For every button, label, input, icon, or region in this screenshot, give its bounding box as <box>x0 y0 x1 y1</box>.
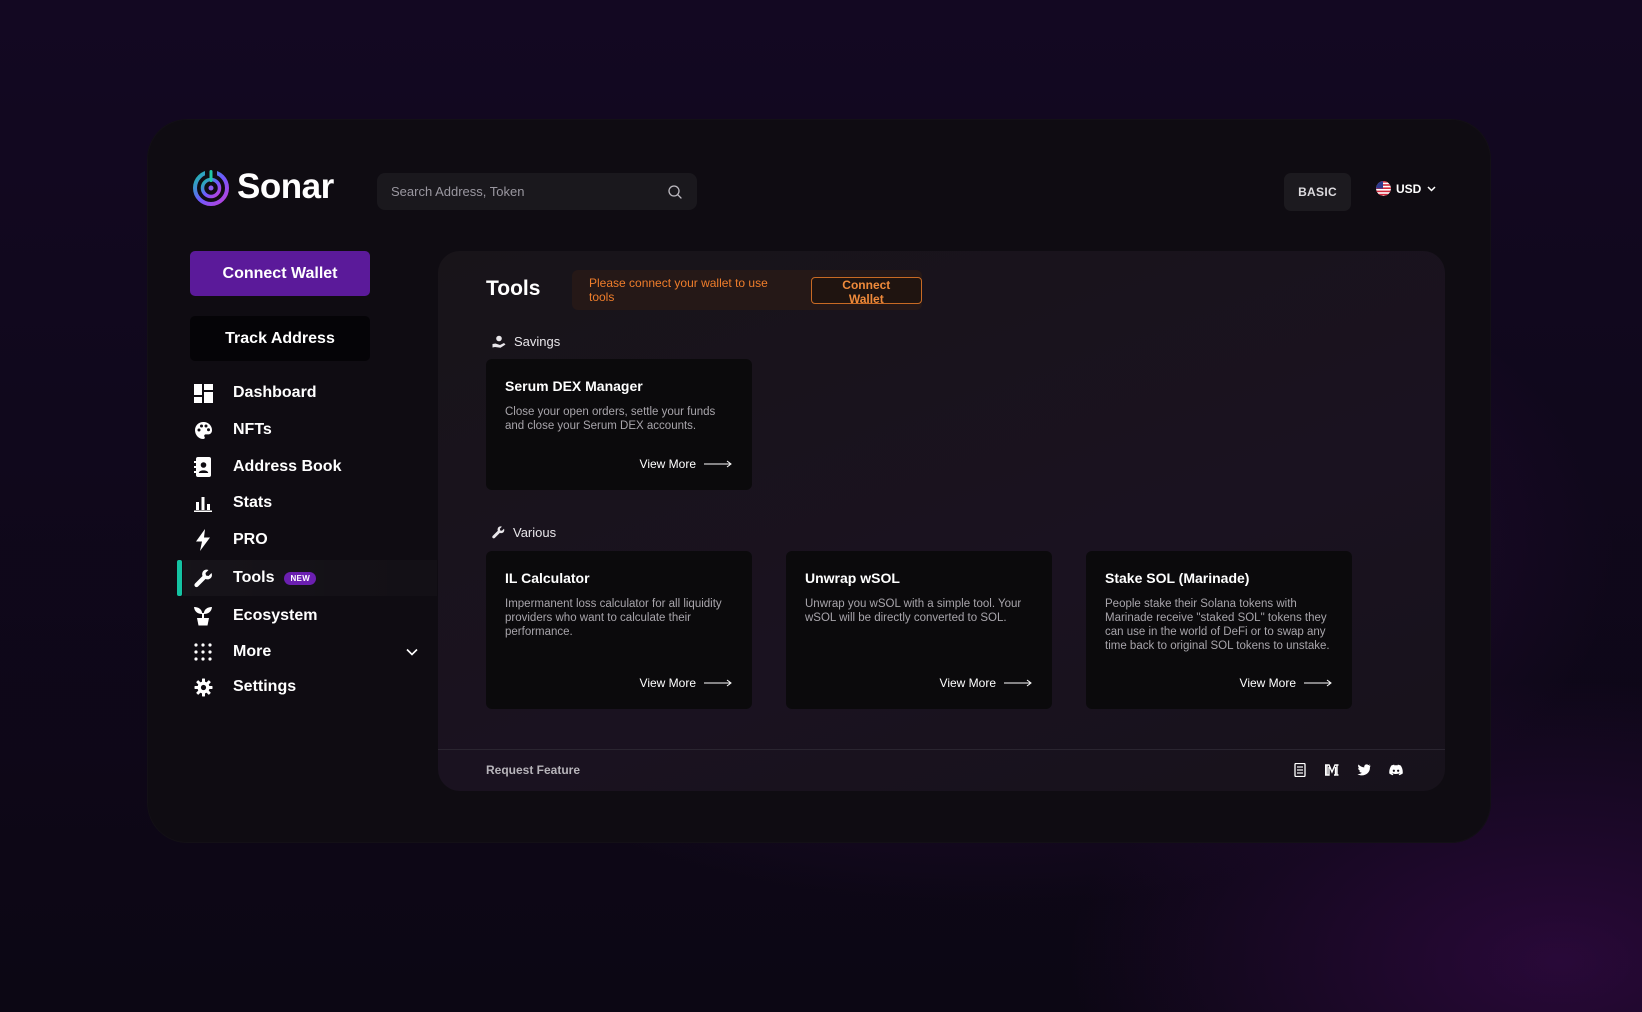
section-title: Various <box>513 525 557 540</box>
view-more-link[interactable]: View More <box>640 676 732 690</box>
view-more-label: View More <box>939 676 996 690</box>
tool-card-il-calculator[interactable]: IL Calculator Impermanent loss calculato… <box>486 551 752 709</box>
view-more-link[interactable]: View More <box>940 676 1032 690</box>
us-flag-icon <box>1376 181 1391 196</box>
chevron-down-icon[interactable] <box>405 645 419 659</box>
card-title: Stake SOL (Marinade) <box>1105 570 1250 586</box>
wrench-icon <box>492 526 505 539</box>
connect-wallet-button[interactable]: Connect Wallet <box>190 251 370 296</box>
card-description: Unwrap you wSOL with a simple tool. Your… <box>805 598 1022 624</box>
sidebar-nav: Dashboard NFTs Address Book Stats PRO To… <box>177 375 437 705</box>
currency-selector[interactable]: USD <box>1376 181 1437 196</box>
sidebar-item-address-book[interactable]: Address Book <box>183 449 437 485</box>
section-label-savings: Savings <box>492 334 560 349</box>
card-title: Unwrap wSOL <box>805 570 900 586</box>
wallet-warning-banner: Please connect your wallet to use tools … <box>572 270 922 310</box>
card-title: Serum DEX Manager <box>505 378 643 394</box>
track-address-button[interactable]: Track Address <box>190 316 370 361</box>
view-more-label: View More <box>639 457 696 471</box>
banner-connect-wallet-button[interactable]: Connect Wallet <box>810 276 922 306</box>
search-input[interactable] <box>391 184 667 199</box>
logo[interactable]: Sonar <box>191 167 334 207</box>
view-more-link[interactable]: View More <box>640 457 732 471</box>
search-icon[interactable] <box>667 184 683 200</box>
sidebar-item-tools[interactable]: Tools NEW <box>177 560 437 596</box>
page-title: Tools <box>486 277 541 300</box>
arrow-right-icon <box>1304 679 1332 687</box>
sonar-logo-icon <box>193 169 229 206</box>
sidebar-item-label: Settings <box>233 678 297 695</box>
sidebar-item-label: PRO <box>233 531 268 548</box>
plan-button[interactable]: BASIC <box>1284 173 1351 211</box>
footer-divider <box>438 749 1445 750</box>
social-links <box>1293 763 1403 777</box>
sidebar-item-label: Address Book <box>233 458 342 475</box>
warning-text: Please connect your wallet to use tools <box>589 276 768 304</box>
tool-card-serum-dex-manager[interactable]: Serum DEX Manager Close your open orders… <box>486 359 752 490</box>
dashboard-icon <box>193 383 213 403</box>
sidebar-item-stats[interactable]: Stats <box>183 485 437 521</box>
grid-dots-icon <box>193 642 213 662</box>
arrow-right-icon <box>704 679 732 687</box>
docs-icon[interactable] <box>1293 763 1307 777</box>
card-description: Impermanent loss calculator for all liqu… <box>505 598 722 638</box>
app-window: Sonar BASIC USD Connect Wallet <box>147 119 1491 843</box>
request-feature-link[interactable]: Request Feature <box>486 763 580 777</box>
sidebar-item-label: Stats <box>233 494 273 511</box>
sprout-icon <box>193 606 213 626</box>
brand-name: Sonar <box>237 167 334 206</box>
sidebar-item-settings[interactable]: Settings <box>183 669 437 705</box>
section-label-various: Various <box>492 525 556 540</box>
sidebar-item-pro[interactable]: PRO <box>183 522 437 558</box>
sidebar-item-nfts[interactable]: NFTs <box>183 412 437 448</box>
search-bar <box>377 173 697 210</box>
view-more-label: View More <box>1239 676 1296 690</box>
address-book-icon <box>193 457 213 477</box>
savings-icon <box>492 335 506 348</box>
view-more-link[interactable]: View More <box>1240 676 1332 690</box>
sidebar-item-dashboard[interactable]: Dashboard <box>183 375 437 411</box>
tools-panel: Tools Please connect your wallet to use … <box>438 251 1445 791</box>
palette-icon <box>193 420 213 440</box>
sidebar-item-ecosystem[interactable]: Ecosystem <box>183 598 437 634</box>
discord-icon[interactable] <box>1389 763 1403 777</box>
lightning-icon <box>193 529 213 551</box>
sidebar-item-label: Dashboard <box>233 384 317 401</box>
tool-card-unwrap-wsol[interactable]: Unwrap wSOL Unwrap you wSOL with a simpl… <box>786 551 1052 709</box>
arrow-right-icon <box>1004 679 1032 687</box>
tool-card-stake-sol-marinade[interactable]: Stake SOL (Marinade) People stake their … <box>1086 551 1352 709</box>
card-title: IL Calculator <box>505 570 590 586</box>
sidebar-item-label: Ecosystem <box>233 607 318 624</box>
card-description: Close your open orders, settle your fund… <box>505 406 716 432</box>
section-title: Savings <box>514 334 561 349</box>
chevron-down-icon <box>1427 186 1436 192</box>
new-badge: NEW <box>284 571 317 585</box>
sidebar-item-more[interactable]: More <box>183 634 437 670</box>
twitter-icon[interactable] <box>1357 763 1371 777</box>
medium-icon[interactable] <box>1325 763 1339 777</box>
wrench-icon <box>193 568 213 588</box>
sidebar-item-label: NFTs <box>233 421 272 438</box>
view-more-label: View More <box>639 676 696 690</box>
gear-icon <box>193 677 213 697</box>
sidebar-item-label: More <box>233 643 272 660</box>
currency-label: USD <box>1396 181 1422 196</box>
sidebar-item-label: Tools <box>233 569 275 586</box>
arrow-right-icon <box>704 460 732 468</box>
bar-chart-icon <box>193 493 213 513</box>
card-description: People stake their Solana tokens with Ma… <box>1105 598 1330 652</box>
